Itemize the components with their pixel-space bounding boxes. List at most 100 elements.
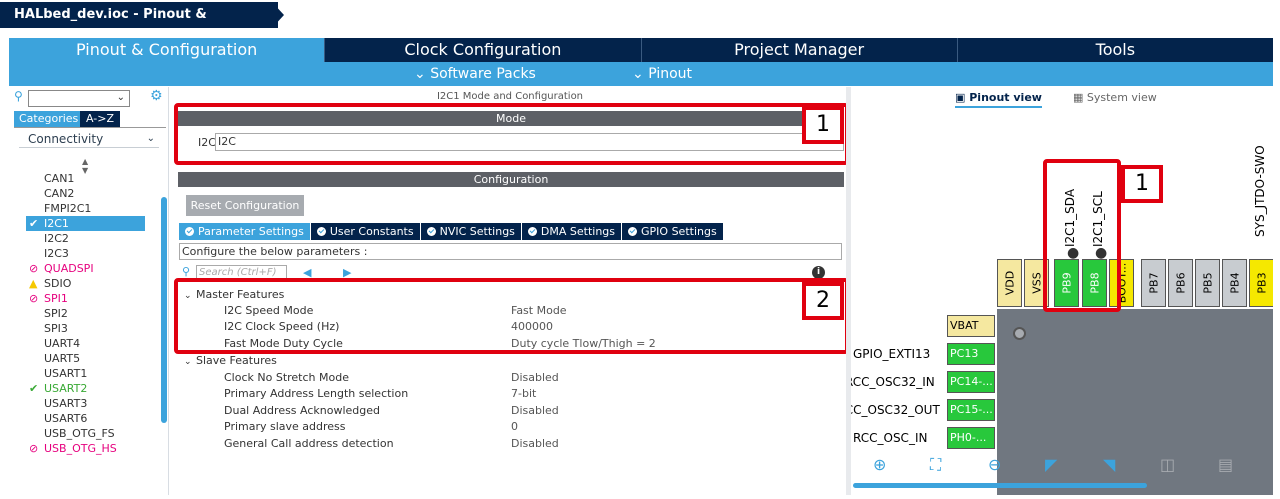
tab-tools[interactable]: Tools — [956, 38, 1273, 62]
list-item[interactable]: USART3 — [26, 396, 166, 411]
pin-pc13[interactable]: PC13 — [947, 343, 995, 365]
tab-user-constants[interactable]: User Constants — [310, 223, 420, 240]
category-connectivity[interactable]: Connectivity ⌄ — [19, 130, 159, 148]
tab-nvic-settings[interactable]: NVIC Settings — [420, 223, 521, 240]
param-name: Clock No Stretch Mode — [224, 371, 349, 384]
pinout-menu[interactable]: ⌄ Pinout — [632, 66, 692, 82]
pin-vbat[interactable]: VBAT — [947, 315, 995, 337]
pin-pb7[interactable]: PB7 — [1141, 259, 1166, 307]
list-item[interactable]: ✔ USART2 — [26, 381, 166, 396]
tab-dma-settings[interactable]: DMA Settings — [521, 223, 622, 240]
rotate-right-icon[interactable]: ◥ — [1103, 455, 1115, 474]
param-name: General Call address detection — [224, 437, 394, 450]
param-value: 0 — [511, 420, 518, 433]
pin-ph0[interactable]: PH0-... — [947, 427, 995, 449]
gear-icon[interactable]: ⚙ — [150, 88, 163, 104]
list-item[interactable]: ⊘ SPI1 — [26, 291, 166, 306]
pin-label: PB5 — [1201, 272, 1214, 294]
param-row[interactable]: General Call address detection Disabled — [224, 436, 824, 452]
group-slave-features[interactable]: ⌄ Slave Features — [184, 354, 277, 367]
system-view-button[interactable]: ▦ System view — [1073, 91, 1157, 104]
list-item[interactable]: I2C3 — [26, 246, 166, 261]
pin-pb4[interactable]: PB4 — [1222, 259, 1247, 307]
category-label: Connectivity — [28, 132, 104, 146]
zoom-out-icon[interactable]: ⊖ — [988, 455, 1001, 474]
reset-configuration-button[interactable]: Reset Configuration — [186, 195, 304, 216]
list-item[interactable]: ⊘ QUADSPI — [26, 261, 166, 276]
tab-parameter-settings[interactable]: Parameter Settings — [179, 223, 310, 240]
pin-pb3[interactable]: PB3 — [1249, 259, 1273, 307]
check-circle-icon — [628, 227, 638, 236]
pin-pc14[interactable]: PC14-... — [947, 371, 995, 393]
horizontal-scrollbar[interactable] — [853, 483, 1147, 488]
breadcrumb[interactable]: HALbed_dev.ioc - Pinout & Configuration — [0, 2, 278, 48]
breadcrumb-arrow — [272, 2, 284, 28]
zoom-in-icon[interactable]: ⊕ — [873, 455, 886, 474]
scrollbar[interactable] — [161, 197, 167, 423]
tab-project-manager[interactable]: Project Manager — [640, 38, 957, 62]
tab-label: NVIC Settings — [439, 225, 515, 238]
list-item[interactable]: ⊘ USB_OTG_HS — [26, 441, 166, 456]
param-row[interactable]: Primary slave address 0 — [224, 419, 824, 435]
tab-gpio-settings[interactable]: GPIO Settings — [622, 223, 723, 240]
list-item[interactable]: USART6 — [26, 411, 166, 426]
fit-screen-icon[interactable]: ⛶ — [930, 455, 941, 475]
param-row[interactable]: Primary Address Length selection 7-bit — [224, 386, 824, 402]
panel-title: I2C1 Mode and Configuration — [436, 91, 584, 102]
list-item[interactable]: CAN1 — [26, 171, 166, 186]
layers-icon[interactable]: ▤ — [1218, 455, 1233, 474]
list-item[interactable]: FMPI2C1 — [26, 201, 166, 216]
list-item[interactable]: I2C2 — [26, 231, 166, 246]
tab-pinout-configuration[interactable]: Pinout & Configuration — [9, 38, 325, 62]
tab-a-z[interactable]: A->Z — [80, 111, 120, 127]
list-item-label: SPI2 — [44, 307, 68, 320]
software-packs-label: Software Packs — [430, 66, 536, 82]
list-item[interactable]: UART5 — [26, 351, 166, 366]
tab-clock-configuration[interactable]: Clock Configuration — [324, 38, 641, 62]
pin-signal-label: RCC_OSC32_IN — [851, 375, 935, 389]
split-view-icon[interactable]: ◫ — [1160, 455, 1175, 474]
param-row[interactable]: Dual Address Acknowledged Disabled — [224, 403, 824, 419]
param-row[interactable]: Clock No Stretch Mode Disabled — [224, 370, 824, 386]
left-panel: ⚲ ⌄ ⚙ Categories A->Z Connectivity ⌄ ▲ ▼ C… — [9, 87, 169, 495]
sub-menu-bar: ⌄ Software Packs ⌄ Pinout — [9, 62, 1273, 86]
signal-label: SYS_JTDO-SWO — [1253, 145, 1267, 237]
chevron-down-icon[interactable]: ⌄ — [117, 92, 125, 103]
list-item-label: UART4 — [44, 337, 81, 350]
list-item-selected[interactable]: ✔ I2C1 — [26, 216, 145, 231]
pin-pb6[interactable]: PB6 — [1168, 259, 1193, 307]
rotate-left-icon[interactable]: ◤ — [1045, 455, 1057, 474]
tab-label: DMA Settings — [540, 225, 616, 238]
param-value: Disabled — [511, 371, 559, 384]
disabled-icon: ⊘ — [29, 292, 39, 305]
list-item-label: I2C1 — [44, 217, 69, 230]
list-item-label: USB_OTG_FS — [44, 427, 115, 440]
check-circle-icon: ✔ — [29, 217, 39, 230]
pin-label: PB3 — [1255, 272, 1268, 294]
pin-vdd[interactable]: VDD — [997, 259, 1022, 307]
param-value: Disabled — [511, 437, 559, 450]
list-item[interactable]: SPI3 — [26, 321, 166, 336]
software-packs-menu[interactable]: ⌄ Software Packs — [414, 66, 536, 82]
tab-categories[interactable]: Categories — [14, 111, 80, 127]
pin-pb5[interactable]: PB5 — [1195, 259, 1220, 307]
pin-label: PH0-... — [950, 431, 987, 444]
list-item[interactable]: SPI2 — [26, 306, 166, 321]
pin-label: VSS — [1030, 272, 1043, 294]
list-item[interactable]: UART4 — [26, 336, 166, 351]
annotation-box-i2c-pins — [1043, 159, 1121, 312]
list-item[interactable]: ▲ SDIO — [26, 276, 166, 291]
pin-signal-label: RCC_OSC32_OUT — [851, 403, 940, 417]
param-name: Primary Address Length selection — [224, 387, 409, 400]
peripheral-list: CAN1 CAN2 FMPI2C1 ✔ I2C1 I2C2 I2C3 ⊘ QUADS… — [26, 171, 166, 456]
list-item-label: USART6 — [44, 412, 88, 425]
annotation-box-mode — [174, 103, 849, 165]
pinout-view-button[interactable]: ▣ Pinout view — [955, 91, 1042, 108]
pin-label: PB7 — [1147, 272, 1160, 294]
pin-label: VBAT — [950, 319, 979, 332]
list-item[interactable]: CAN2 — [26, 186, 166, 201]
pin-pc15[interactable]: PC15-... — [947, 399, 995, 421]
search-input[interactable]: ⌄ — [28, 90, 130, 107]
list-item[interactable]: USB_OTG_FS — [26, 426, 166, 441]
list-item[interactable]: USART1 — [26, 366, 166, 381]
